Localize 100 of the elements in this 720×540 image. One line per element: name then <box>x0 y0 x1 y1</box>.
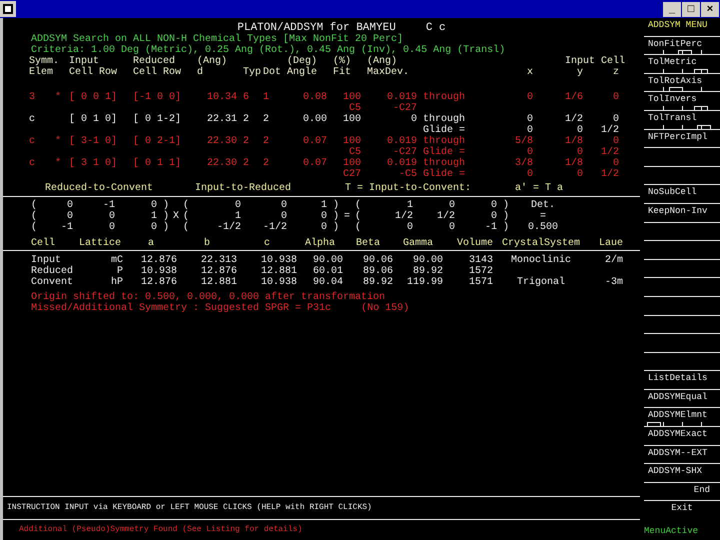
column-header: Cell <box>31 238 56 249</box>
column-header: x <box>526 67 534 78</box>
matrix-value: 1 <box>150 211 157 222</box>
table-cell-text: Input <box>31 255 62 266</box>
menu-item[interactable]: ADDSYMExact <box>648 429 720 440</box>
table-cell-text: 100 <box>342 92 362 103</box>
exit-button[interactable]: Exit <box>671 503 693 514</box>
menu-item[interactable]: TolRotAxis <box>648 76 720 86</box>
menu-item[interactable]: ADDSYM--EXT <box>648 448 720 458</box>
matrix-bracket: ) <box>162 211 169 222</box>
column-header: Laue <box>598 238 623 249</box>
slider-thumb[interactable] <box>694 68 708 73</box>
table-cell-text: 2 <box>243 158 250 169</box>
table-cell-text: 0.00 <box>302 114 328 125</box>
table-cell-text: C5 <box>348 103 362 114</box>
table-cell-text: 10.938 <box>260 255 297 266</box>
table-cell-text: 89.92 <box>412 266 443 277</box>
maximize-button[interactable]: □ <box>682 2 700 16</box>
table-cell-text: -C27 <box>392 147 418 158</box>
matrix-value: -1/2 <box>262 222 287 233</box>
menu-item[interactable]: KeepNon-Inv <box>648 206 720 216</box>
table-cell-text: 1/2 <box>600 147 620 158</box>
slider-thumb[interactable] <box>694 106 708 110</box>
menu-item[interactable]: ADDSYMElmnt <box>648 410 720 420</box>
column-header: Angle <box>287 67 318 78</box>
table-cell-text: 6 <box>243 92 250 103</box>
table-cell-text: * <box>55 92 62 103</box>
table-cell-text: 2 <box>263 158 270 169</box>
close-button[interactable]: × <box>701 2 719 16</box>
column-header: Dot <box>263 67 282 78</box>
matrix-value: 0 <box>150 200 157 211</box>
instruction-line: INSTRUCTION INPUT via KEYBOARD or LEFT MOUSE CLICKS (HELP with RIGHT CLICKS) <box>6 502 373 514</box>
matrix-bracket: ) <box>502 222 509 233</box>
matrix-operator: X <box>172 211 180 222</box>
column-header: (Ang) <box>197 56 228 67</box>
minimize-button[interactable]: _ <box>663 2 681 16</box>
slider-thumb[interactable] <box>678 50 692 54</box>
table-cell-text: Glide = <box>423 125 466 136</box>
column-header: y <box>576 67 584 78</box>
matrix-bracket: ( <box>183 200 190 211</box>
transform-label: a' = T a <box>515 183 564 194</box>
column-header: Alpha <box>304 238 336 249</box>
matrix-value: 0 <box>108 222 115 233</box>
table-cell-text: 90.04 <box>312 277 343 288</box>
table-cell-text: [ 0 1 1] <box>133 158 182 169</box>
table-cell-text: -C27 <box>392 103 418 114</box>
matrix-bracket: ) <box>332 222 339 233</box>
slider-thumb[interactable] <box>647 422 662 426</box>
matrix-value: 0 <box>490 211 497 222</box>
table-cell-text: 12.881 <box>260 266 297 277</box>
matrix-value: 0 <box>406 222 413 233</box>
matrix-value: 1/2 <box>436 211 455 222</box>
table-cell-text: 0 <box>410 114 418 125</box>
menu-status: MenuActive <box>644 525 700 536</box>
menu-item[interactable]: ListDetails <box>648 373 720 384</box>
table-cell-text: 10.938 <box>140 266 177 277</box>
table-cell-text: 0 <box>526 147 534 158</box>
status-message: Additional (Pseudo)Symmetry Found (See Listing for details) <box>18 524 304 536</box>
matrix-bracket: ) <box>162 200 169 211</box>
menu-item[interactable]: NoSubCell <box>648 187 720 198</box>
matrix-value: 0 <box>66 211 73 222</box>
table-cell-text: Glide = <box>423 169 466 180</box>
menu-item[interactable]: End <box>694 484 720 495</box>
table-cell-text: * <box>55 158 62 169</box>
menu-item[interactable]: ADDSYMEqual <box>648 392 720 402</box>
matrix-value: 0 <box>490 200 497 211</box>
matrix-value: 0 <box>448 222 455 233</box>
table-cell-text: c <box>29 114 36 125</box>
message-note: (No 159) <box>361 303 410 314</box>
table-cell-text: 0 <box>612 136 620 147</box>
matrix-bracket: ( <box>183 211 190 222</box>
slider-thumb[interactable] <box>668 87 683 92</box>
slider-thumb[interactable] <box>696 124 711 129</box>
table-cell-text: 0 <box>612 114 620 125</box>
determinant-text: 0.500 <box>526 222 559 233</box>
column-header: Typ <box>243 67 262 78</box>
table-cell-text: 90.00 <box>312 255 343 266</box>
table-cell-text: [ 0 1-2] <box>133 114 182 125</box>
table-cell-text: Glide = <box>423 147 466 158</box>
table-cell-text: [ 3 1 0] <box>69 158 118 169</box>
table-cell-text: 22.30 <box>206 136 238 147</box>
table-cell-text: 0.019 <box>386 136 418 147</box>
window-icon[interactable] <box>0 1 16 17</box>
matrix-value: -1 <box>60 222 73 233</box>
table-cell-text: hP <box>110 277 124 288</box>
column-header: z <box>612 67 620 78</box>
table-cell-text: 0 <box>612 158 620 169</box>
table-cell-text: 12.876 <box>200 266 237 277</box>
menu-item[interactable]: ADDSYM-SHX <box>648 466 720 476</box>
menu-item[interactable]: TolTransl <box>648 112 720 123</box>
table-cell-text: 60.01 <box>312 266 343 277</box>
column-header: (Deg) <box>287 56 318 67</box>
message-line: Origin shifted to: 0.500, 0.000, 0.000 after transformation <box>31 292 386 303</box>
column-header: d <box>197 67 204 78</box>
menu-item[interactable]: NonFitPerc <box>648 38 720 49</box>
menu-item[interactable]: NFTPercImpl <box>648 132 720 142</box>
column-header: Fit <box>333 67 352 78</box>
menu-item[interactable]: TolInvers <box>648 94 720 104</box>
matrix-value: 1/2 <box>394 211 413 222</box>
menu-item[interactable]: TolMetric <box>648 57 720 68</box>
